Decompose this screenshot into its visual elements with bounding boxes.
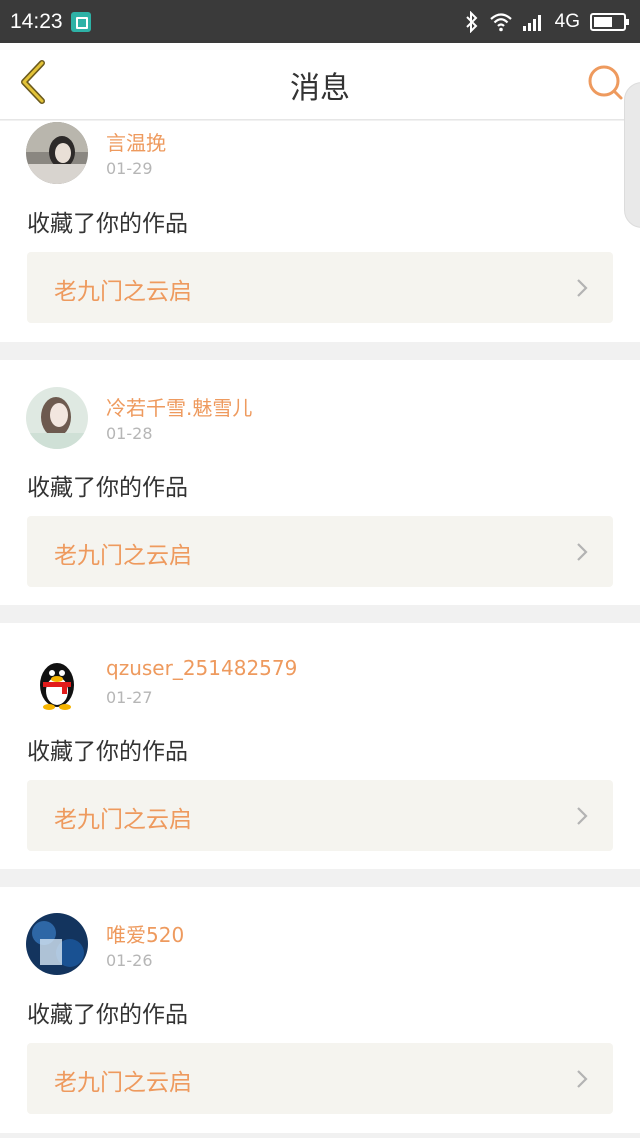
action-text: 收藏了你的作品 (27, 211, 188, 237)
search-icon[interactable] (586, 63, 624, 101)
work-link[interactable]: 老九门之云启 (27, 1043, 613, 1114)
signal-icon (522, 14, 541, 31)
message-date: 01-26 (106, 951, 153, 970)
work-link[interactable]: 老九门之云启 (27, 780, 613, 851)
work-link[interactable]: 老九门之云启 (27, 516, 613, 587)
chevron-right-icon (577, 543, 588, 561)
message-card: qzuser_251482579 01-27 收藏了你的作品 老九门之云启 (0, 623, 640, 869)
message-date: 01-28 (106, 424, 153, 443)
work-title: 老九门之云启 (54, 279, 192, 305)
chevron-right-icon (577, 279, 588, 297)
message-date: 01-29 (106, 159, 153, 178)
work-title: 老九门之云启 (54, 807, 192, 833)
nav-header: 消息 (0, 43, 640, 120)
action-text: 收藏了你的作品 (27, 475, 188, 501)
username[interactable]: 言温挽 (106, 127, 166, 156)
chevron-right-icon (577, 1070, 588, 1088)
message-card: 冷若千雪.魅雪儿 01-28 收藏了你的作品 老九门之云启 (0, 360, 640, 605)
network-type: 4G (554, 10, 580, 32)
action-text: 收藏了你的作品 (27, 739, 188, 765)
battery-icon (590, 12, 629, 31)
chevron-right-icon (577, 807, 588, 825)
floating-side-handle[interactable] (624, 82, 640, 228)
work-title: 老九门之云启 (54, 543, 192, 569)
username[interactable]: 唯爱520 (106, 919, 184, 948)
user-avatar[interactable] (26, 122, 88, 184)
wifi-icon (489, 12, 512, 31)
user-avatar[interactable] (26, 913, 88, 975)
work-link[interactable]: 老九门之云启 (27, 252, 613, 323)
user-avatar[interactable] (26, 387, 88, 449)
message-date: 01-27 (106, 688, 153, 707)
qq-penguin-avatar[interactable] (26, 651, 88, 713)
message-card: 言温挽 01-29 收藏了你的作品 老九门之云启 (0, 121, 640, 342)
username[interactable]: qzuser_251482579 (106, 656, 297, 680)
status-time: 14:23 (10, 9, 63, 33)
page-title: 消息 (290, 71, 350, 106)
action-text: 收藏了你的作品 (27, 1002, 188, 1028)
username[interactable]: 冷若千雪.魅雪儿 (106, 392, 252, 421)
message-card: 唯爱520 01-26 收藏了你的作品 老九门之云启 (0, 887, 640, 1133)
work-title: 老九门之云启 (54, 1070, 192, 1096)
screenshot-icon (70, 11, 91, 32)
status-bar: 14:23 4G (0, 0, 640, 43)
bluetooth-icon (465, 10, 478, 33)
